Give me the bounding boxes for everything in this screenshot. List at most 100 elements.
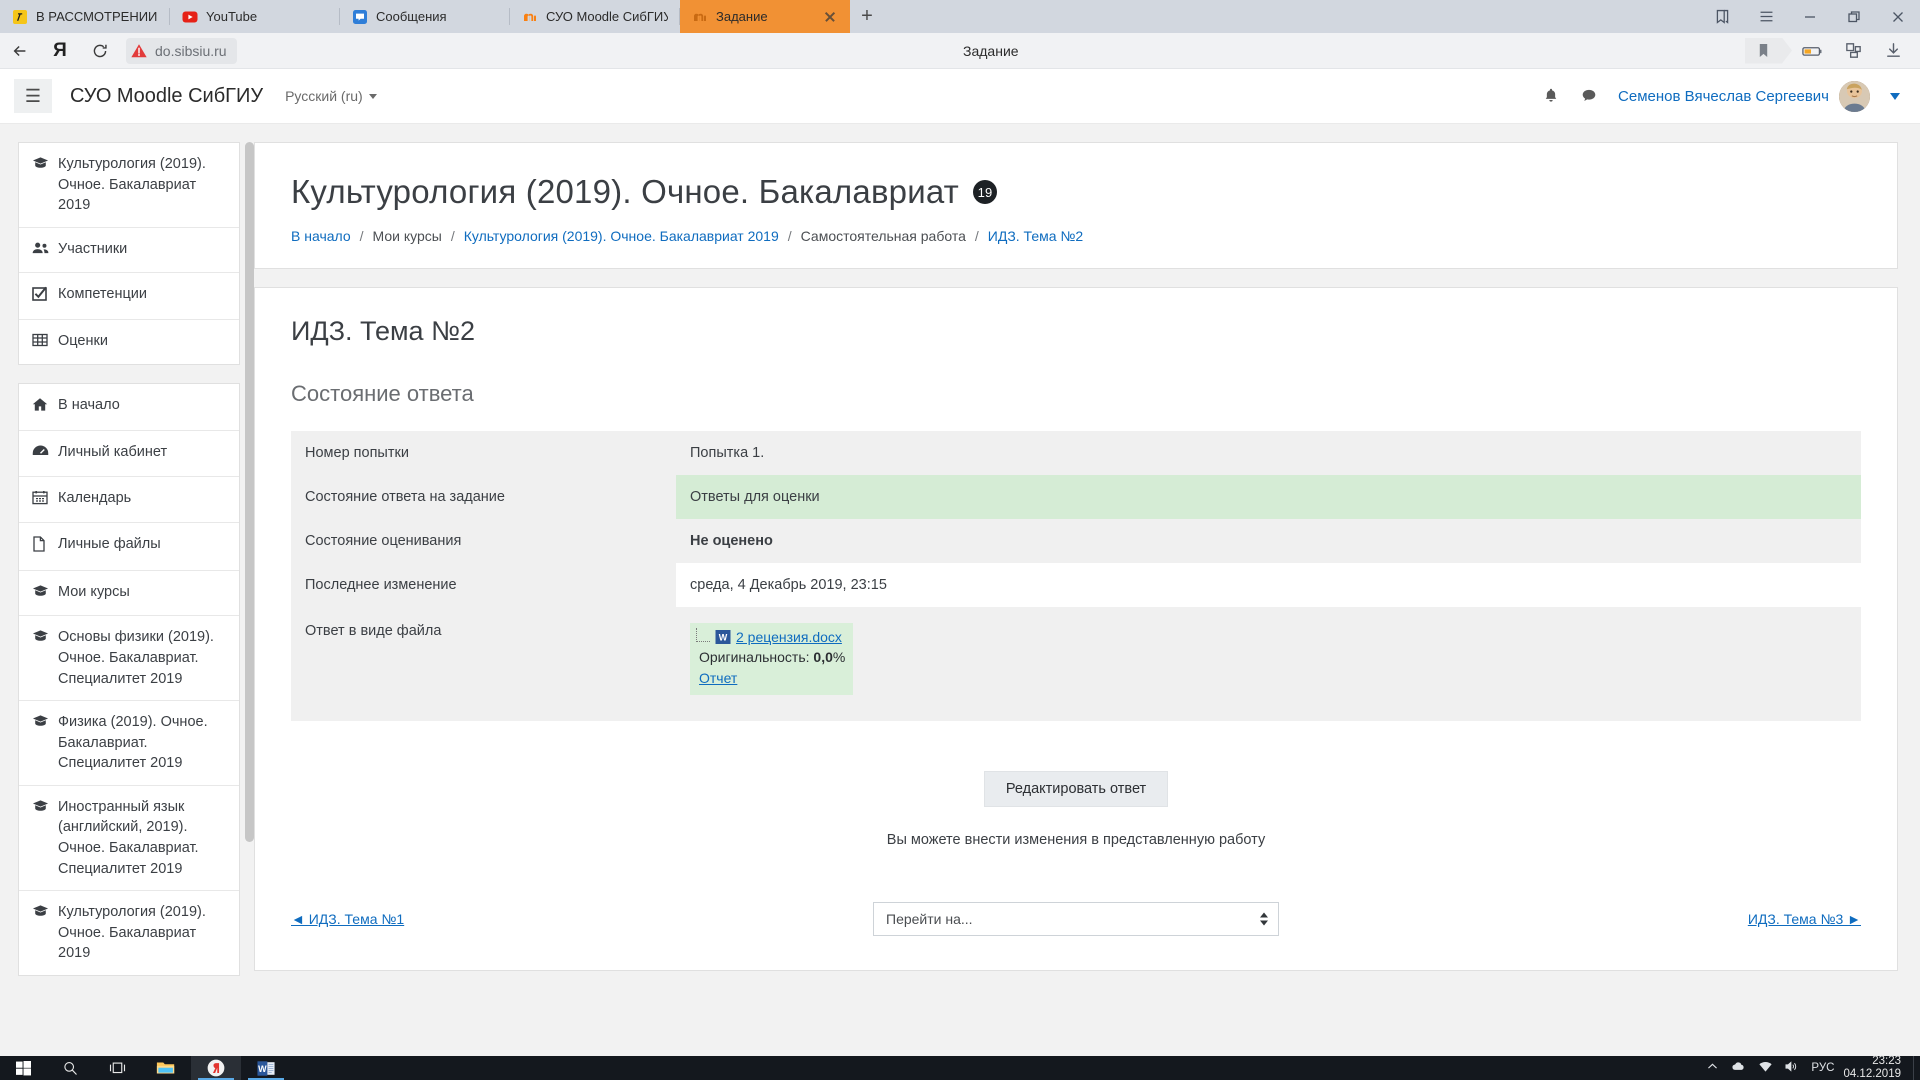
maximize-button[interactable]	[1832, 0, 1876, 33]
bookmark-icon	[1757, 43, 1770, 58]
table-row: Состояние ответа на задание Ответы для о…	[291, 475, 1861, 519]
browser-tab-4-active[interactable]: Задание	[680, 0, 850, 33]
browser-tab-title: СУО Moodle СибГИУ: Техн	[546, 9, 668, 24]
calendar-icon	[32, 490, 49, 512]
language-label: Русский (ru)	[285, 88, 363, 104]
close-window-button[interactable]	[1876, 0, 1920, 33]
file-entry[interactable]: W 2 рецензия.docx	[696, 627, 845, 647]
sidebar-item-private-files[interactable]: Личные файлы	[19, 523, 239, 571]
back-icon[interactable]	[0, 33, 40, 69]
browser-nav-bar: Я do.sibsiu.ru Задание	[0, 33, 1920, 69]
row-value: Ответы для оценки	[676, 475, 1861, 519]
browser-tab-1[interactable]: YouTube	[170, 0, 340, 33]
sidebar-item-grades[interactable]: Оценки	[19, 320, 239, 365]
network-icon[interactable]	[1759, 1061, 1773, 1075]
sidebar-item-home[interactable]: В начало	[19, 384, 239, 432]
sidebar-item-course-english[interactable]: Иностранный язык (английский, 2019). Очн…	[19, 786, 239, 892]
row-value: Попытка 1.	[676, 431, 1861, 475]
windows-logo-icon	[16, 1060, 31, 1075]
extensions-icon[interactable]	[1834, 33, 1872, 69]
sidebar-item-course-culturology[interactable]: Культурология (2019). Очное. Бакалавриат…	[19, 143, 239, 228]
language-indicator[interactable]: РУС	[1811, 1062, 1834, 1074]
row-label: Состояние ответа на задание	[291, 475, 676, 519]
browser-menu-icon[interactable]	[1744, 0, 1788, 33]
bookmark-bar-chip[interactable]	[1745, 38, 1792, 64]
next-activity-link[interactable]: ИДЗ. Тема №3 ►	[1748, 911, 1861, 927]
search-button[interactable]	[47, 1056, 94, 1080]
sidebar-toggle-icon[interactable]: ☰	[14, 79, 52, 113]
taskbar-app-microsoft-word[interactable]: W	[241, 1056, 291, 1080]
sidebar-item-calendar[interactable]: Календарь	[19, 477, 239, 524]
chevron-down-icon	[1890, 92, 1900, 100]
task-view-button[interactable]	[94, 1056, 141, 1080]
sidebar-item-competencies[interactable]: Компетенции	[19, 273, 239, 320]
breadcrumb-item-activity[interactable]: ИДЗ. Тема №2	[988, 228, 1083, 244]
taskbar-app-file-explorer[interactable]	[141, 1056, 191, 1080]
battery-icon[interactable]	[1794, 33, 1832, 69]
start-button[interactable]	[0, 1056, 47, 1080]
chevron-up-icon[interactable]	[1707, 1062, 1718, 1074]
originality-label: Оригинальность:	[699, 649, 810, 666]
file-name-link[interactable]: 2 рецензия.docx	[736, 627, 842, 647]
main-content: Культурология (2019). Очное. Бакалавриат…	[254, 124, 1920, 1056]
edit-submission-area: Редактировать ответ	[291, 770, 1861, 807]
user-menu[interactable]: Семенов Вячеслав Сергеевич	[1618, 80, 1900, 112]
sidebar-scrollbar[interactable]	[245, 142, 254, 1022]
jump-to-select[interactable]: Перейти на...	[873, 901, 1279, 936]
users-icon	[32, 241, 49, 262]
graduation-cap-icon	[32, 799, 49, 820]
youtube-icon	[182, 11, 198, 22]
table-row: Номер попытки Попытка 1.	[291, 431, 1861, 475]
sidebar-item-label: Культурология (2019). Очное. Бакалавриат…	[58, 156, 206, 214]
volume-icon[interactable]	[1785, 1061, 1798, 1075]
sidebar-item-label: Оценки	[58, 332, 108, 349]
onedrive-icon[interactable]	[1731, 1061, 1746, 1075]
file-icon	[32, 536, 49, 559]
browser-tab-0[interactable]: В РАССМОТРЕНИИ - Прав	[0, 0, 170, 33]
moodle-icon	[694, 13, 706, 21]
sidebar-block-course: Культурология (2019). Очное. Бакалавриат…	[18, 142, 240, 366]
site-brand[interactable]: СУО Moodle СибГИУ	[70, 85, 263, 108]
collections-icon[interactable]	[1700, 0, 1744, 33]
sidebar-item-participants[interactable]: Участники	[19, 228, 239, 274]
originality-report-link[interactable]: Отчет	[696, 670, 737, 686]
breadcrumb-item-home[interactable]: В начало	[291, 228, 351, 244]
sidebar-scrollbar-thumb[interactable]	[245, 142, 254, 842]
taskbar-app-yandex-browser[interactable]	[191, 1056, 241, 1080]
edit-submission-button[interactable]: Редактировать ответ	[983, 770, 1169, 807]
graduation-cap-icon	[32, 156, 49, 177]
previous-activity-link[interactable]: ◄ ИДЗ. Тема №1	[291, 911, 404, 927]
address-bar[interactable]: do.sibsiu.ru	[126, 37, 237, 64]
sidebar-item-label: В начало	[58, 397, 120, 414]
originality-value: 0,0	[813, 649, 833, 666]
yandex-home-icon[interactable]: Я	[40, 33, 80, 69]
browser-tab-title: В РАССМОТРЕНИИ - Прав	[36, 9, 158, 24]
messages-bubble-icon[interactable]	[1580, 87, 1598, 105]
show-desktop-button[interactable]	[1913, 1056, 1920, 1080]
new-tab-button[interactable]: +	[850, 0, 884, 33]
reload-icon[interactable]	[80, 33, 120, 69]
yandex-browser-icon	[207, 1059, 225, 1077]
breadcrumb-item-course[interactable]: Культурология (2019). Очное. Бакалавриат…	[464, 228, 779, 244]
sidebar-item-dashboard[interactable]: Личный кабинет	[19, 431, 239, 477]
close-icon[interactable]	[822, 9, 838, 25]
sidebar-item-label: Культурология (2019). Очное. Бакалавриат…	[58, 904, 206, 962]
page-title: Культурология (2019). Очное. Бакалавриат…	[291, 173, 1861, 211]
sidebar-item-my-courses[interactable]: Мои курсы	[19, 571, 239, 617]
taskbar-clock[interactable]: 23:23 04.12.2019	[1843, 1055, 1913, 1080]
notifications-bell-icon[interactable]	[1542, 87, 1560, 105]
sidebar-item-course-physics[interactable]: Физика (2019). Очное. Бакалавриат. Специ…	[19, 701, 239, 786]
language-menu[interactable]: Русский (ru)	[285, 88, 377, 104]
assignment-card: ИДЗ. Тема №2 Состояние ответа Номер попы…	[254, 287, 1898, 971]
moodle-page: ☰ СУО Moodle СибГИУ Русский (ru) Семенов…	[0, 69, 1920, 1056]
browser-tab-2[interactable]: Сообщения	[340, 0, 510, 33]
downloads-icon[interactable]	[1874, 33, 1912, 69]
sidebar-item-course-physics-basics[interactable]: Основы физики (2019). Очное. Бакалавриат…	[19, 616, 239, 702]
window-page-title: Задание	[963, 42, 1019, 59]
breadcrumb-separator: /	[787, 228, 792, 244]
submission-status-table: Номер попытки Попытка 1. Состояние ответ…	[291, 431, 1861, 721]
browser-tab-3[interactable]: СУО Moodle СибГИУ: Техн	[510, 0, 680, 33]
minimize-button[interactable]	[1788, 0, 1832, 33]
window-controls	[1700, 0, 1920, 33]
sidebar-item-course-culturology-2[interactable]: Культурология (2019). Очное. Бакалавриат…	[19, 891, 239, 975]
